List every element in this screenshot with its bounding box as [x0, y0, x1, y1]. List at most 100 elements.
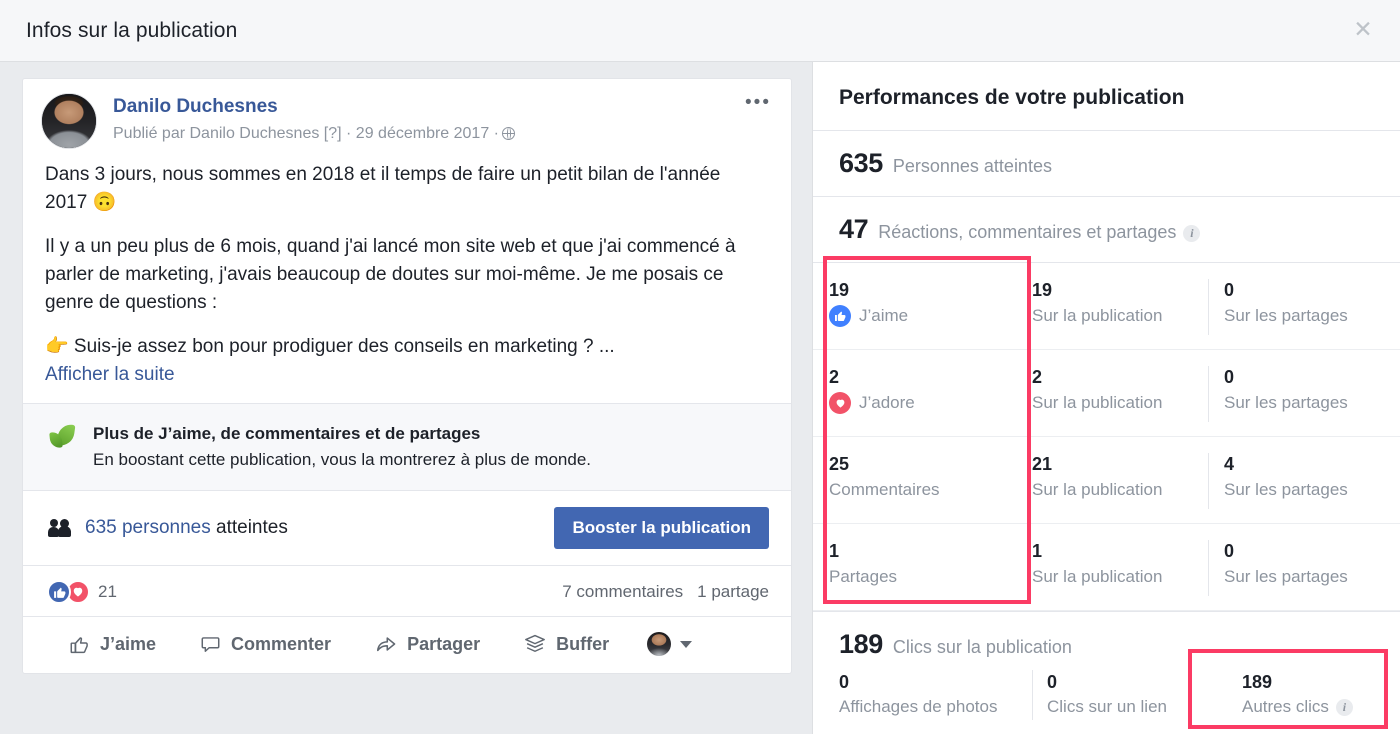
on-post-cell: 19 Sur la publication	[1018, 263, 1208, 349]
on-post-value: 1	[1032, 541, 1043, 561]
globe-icon	[501, 126, 515, 140]
on-shares-value: 0	[1224, 367, 1235, 387]
share-arrow-icon	[375, 633, 397, 655]
reaction-type-text: Partages	[829, 567, 898, 586]
post-paragraph: Il y a un peu plus de 6 mois, quand j'ai…	[45, 236, 736, 313]
clicks-section: 189 Clics sur la publication 0 Affichage…	[813, 612, 1400, 729]
reaction-count-value: 2	[829, 367, 840, 387]
close-icon[interactable]: ✕	[1348, 16, 1378, 46]
reach-suffix: atteintes	[210, 517, 288, 538]
thumbs-up-icon	[829, 305, 851, 327]
table-row: 19 J’aime 19 Sur la publication 0 Sur le…	[813, 263, 1400, 350]
link-clicks-value: 0	[1047, 672, 1058, 692]
table-row: 2 J’adore 2 Sur la publication 0 Sur les…	[813, 350, 1400, 437]
on-shares-cell: 0 Sur les partages	[1208, 540, 1400, 596]
chevron-down-icon[interactable]	[680, 640, 693, 648]
reaction-pills[interactable]	[47, 580, 90, 604]
avatar[interactable]	[41, 93, 97, 149]
shares-count[interactable]: 1 partage	[697, 582, 769, 601]
post-insights-dialog: Infos sur la publication ✕ Danilo Duches…	[0, 0, 1400, 734]
other-clicks-label: Autres clics i	[1242, 694, 1400, 720]
boost-promo-subtitle: En boostant cette publication, vous la m…	[93, 450, 592, 469]
post-actions-row: J’aime Commenter Partager Buffer	[23, 616, 791, 673]
engagement-stat: 47 Réactions, commentaires et partages i	[813, 197, 1400, 263]
like-button[interactable]: J’aime	[47, 630, 178, 659]
boost-post-button[interactable]: Booster la publication	[554, 507, 769, 549]
post-card: Danilo Duchesnes Publié par Danilo Duche…	[22, 78, 792, 674]
on-shares-cell: 0 Sur les partages	[1208, 279, 1400, 335]
engagement-stat-label-text: Réactions, commentaires et partages	[878, 222, 1177, 242]
reach-row: 635 personnes atteintes Booster la publi…	[23, 490, 791, 565]
on-shares-label: Sur les partages	[1224, 567, 1348, 586]
on-post-value: 19	[1032, 280, 1053, 300]
other-clicks-value: 189	[1242, 672, 1273, 692]
reaction-count-value: 19	[829, 280, 850, 300]
on-post-label: Sur la publication	[1032, 306, 1163, 325]
photo-views-cell: 0 Affichages de photos	[839, 670, 1032, 720]
engagement-stat-value: 47	[839, 214, 869, 244]
page-title: Infos sur la publication	[26, 18, 238, 42]
clicks-stat: 189 Clics sur la publication	[813, 612, 1400, 666]
on-shares-cell: 4 Sur les partages	[1208, 453, 1400, 509]
info-icon[interactable]: i	[1183, 225, 1201, 242]
on-post-value: 21	[1032, 454, 1053, 474]
on-shares-label: Sur les partages	[1224, 393, 1348, 412]
buffer-account-avatar[interactable]	[647, 632, 672, 656]
see-more-link[interactable]: Afficher la suite	[45, 361, 175, 389]
heart-icon	[829, 392, 851, 414]
link-clicks-cell: 0 Clics sur un lien	[1032, 670, 1228, 720]
comment-button[interactable]: Commenter	[178, 630, 353, 659]
on-post-cell: 1 Sur la publication	[1018, 524, 1208, 610]
comment-button-label: Commenter	[231, 633, 332, 654]
reaction-count-value: 25	[829, 454, 850, 474]
reach-stat-label: Personnes atteintes	[892, 156, 1052, 176]
panel-title: Performances de votre publication	[839, 86, 1185, 109]
reaction-type-cell: 19 J’aime	[813, 263, 1018, 349]
on-shares-cell: 0 Sur les partages	[1208, 366, 1400, 422]
post-paragraph: Dans 3 jours, nous sommes en 2018 et il …	[45, 164, 721, 213]
reactions-breakdown-grid: 19 J’aime 19 Sur la publication 0 Sur le…	[813, 256, 1400, 612]
reaction-type-cell: 1 Partages	[813, 524, 1018, 610]
reaction-type-cell: 2 J’adore	[813, 350, 1018, 436]
post-meta-text: Publié par Danilo Duchesnes [?] · 29 déc…	[113, 125, 499, 142]
dialog-body: Danilo Duchesnes Publié par Danilo Duche…	[0, 62, 1400, 734]
reach-stat-value: 635	[839, 148, 883, 178]
share-button[interactable]: Partager	[353, 629, 502, 659]
dialog-header: Infos sur la publication ✕	[0, 0, 1400, 62]
reaction-count-value: 1	[829, 541, 840, 561]
on-post-label: Sur la publication	[1032, 393, 1163, 412]
reaction-count[interactable]: 21	[98, 582, 117, 602]
ellipsis-icon[interactable]: •••	[745, 93, 771, 112]
reaction-type-text: J’aime	[859, 306, 909, 325]
boost-promo: Plus de J’aime, de commentaires et de pa…	[23, 403, 791, 490]
thumbs-up-outline-icon	[69, 634, 90, 655]
on-post-cell: 2 Sur la publication	[1018, 350, 1208, 436]
reaction-type-label: Commentaires	[829, 477, 1018, 503]
reaction-type-label: J’aime	[829, 303, 1018, 329]
post-paragraph: 👉 Suis-je assez bon pour prodiguer des c…	[45, 333, 767, 389]
table-row: 1 Partages 1 Sur la publication 0 Sur le…	[813, 524, 1400, 611]
panel-header: Performances de votre publication	[813, 62, 1400, 131]
counts-right: 7 commentaires 1 partage	[548, 582, 769, 602]
reach-stat: 635 Personnes atteintes	[813, 131, 1400, 197]
thumbs-up-icon	[47, 580, 71, 604]
on-shares-value: 0	[1224, 280, 1235, 300]
post-paragraph-text: 👉 Suis-je assez bon pour prodiguer des c…	[45, 336, 615, 357]
engagement-stat-label: Réactions, commentaires et partages i	[878, 222, 1201, 243]
reaction-type-text: J’adore	[859, 393, 915, 412]
buffer-button[interactable]: Buffer	[502, 629, 631, 659]
on-shares-label: Sur les partages	[1224, 306, 1348, 325]
leaf-icon	[49, 423, 79, 453]
clicks-stat-value: 189	[839, 629, 883, 659]
on-shares-value: 4	[1224, 454, 1235, 474]
other-clicks-label-text: Autres clics	[1242, 697, 1329, 716]
clicks-stat-label: Clics sur la publication	[892, 637, 1072, 657]
photo-views-label: Affichages de photos	[839, 697, 998, 716]
buffer-button-label: Buffer	[556, 633, 610, 654]
boost-promo-title: Plus de J’aime, de commentaires et de pa…	[93, 424, 481, 443]
reach-link[interactable]: 635 personnes	[85, 517, 211, 538]
comments-count[interactable]: 7 commentaires	[562, 582, 683, 601]
post-author-link[interactable]: Danilo Duchesnes	[113, 95, 515, 119]
info-icon[interactable]: i	[1335, 698, 1353, 716]
on-post-value: 2	[1032, 367, 1043, 387]
